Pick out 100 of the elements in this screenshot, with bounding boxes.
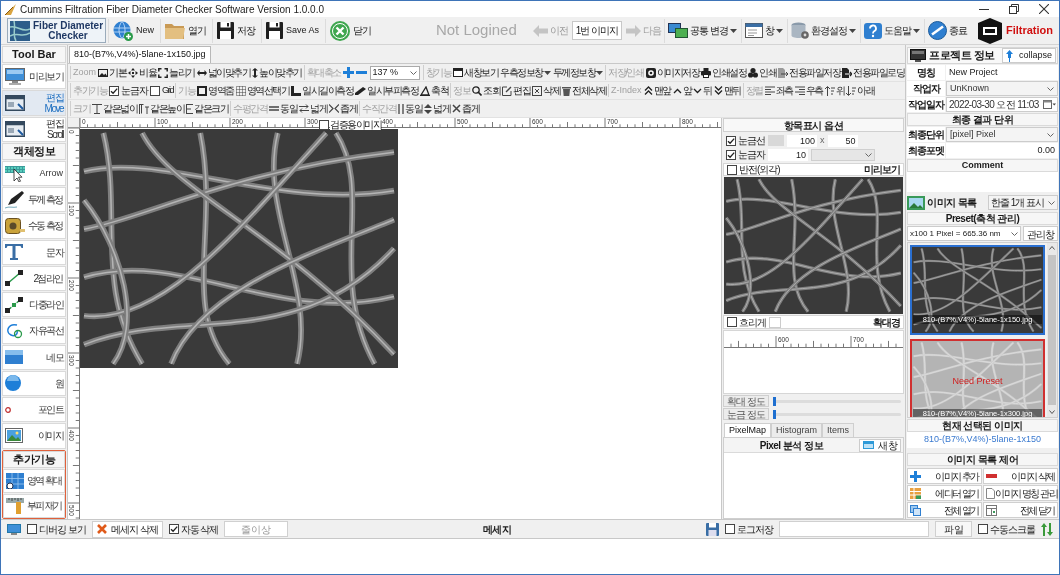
toolbar-button[interactable]: 조회 [471,82,501,99]
checkbox[interactable] [150,85,160,96]
checkbox[interactable] [978,524,988,534]
scrollbar-thumb[interactable] [1048,255,1056,405]
toolbar-button[interactable]: New [108,18,159,43]
list-control-button[interactable]: 이미지 명칭 관리 [983,485,1058,501]
tool-button[interactable]: 두께 측정 [2,187,66,213]
tool-button[interactable]: 미리보기 [2,64,66,90]
tab[interactable]: Items [822,423,855,437]
toolbar-button[interactable]: 같은높이 [138,100,185,117]
toolbar-button[interactable]: 우측 [793,82,824,99]
collapse-button[interactable]: collapse [1001,48,1056,63]
checkbox[interactable] [726,149,736,160]
line-limit-field[interactable]: 줄이상 [224,521,289,537]
toolbar-button[interactable]: 전체삭제 [561,82,607,99]
dropdown-field[interactable]: [pixel] Pixel [946,127,1058,142]
menu-button[interactable]: 공통 변경 [664,18,740,43]
toolbar-button[interactable]: 영역줌 [196,82,235,99]
toolbar-button[interactable]: 맨앞 [642,82,672,99]
toolbar-button[interactable]: 저장 [212,18,260,43]
toolbar-button[interactable]: 동일 [268,100,298,117]
toolbar-button[interactable]: 동일 [397,100,423,117]
tool-button[interactable]: 다중라인 [2,292,66,318]
toolbar-button[interactable]: Save As [261,18,324,43]
checkbox[interactable] [725,524,735,534]
minus-icon[interactable] [355,71,367,74]
tool-button[interactable]: 이미지 [2,423,66,449]
text-field[interactable]: New Project [946,65,1058,80]
toolbar-button[interactable]: 이미지저장 [644,64,700,81]
slider-thumb[interactable] [773,409,776,419]
tool-button[interactable]: 수동 측정 [2,213,66,239]
checkbox[interactable] [109,85,119,96]
toolbar-button[interactable]: 좌측 [763,82,794,99]
tool-button[interactable]: 편집 Move [2,90,66,116]
file-button[interactable]: 파일 [935,521,972,537]
tool-button[interactable]: 영역 확대 [3,468,65,493]
tool-button[interactable]: 네모 [2,344,66,370]
menu-button[interactable]: 환경설정 [786,18,859,43]
tab[interactable]: Histogram [771,423,823,437]
slider-thumb[interactable] [773,396,776,406]
toolbar-button[interactable]: 편집 [501,82,531,99]
toolbar-button[interactable]: 같은넓이 [91,100,138,117]
toolbar-button[interactable]: 좁게 [328,100,358,117]
toolbar-button[interactable]: 열기 [160,18,211,43]
tool-button[interactable]: 2점라인 [2,265,66,291]
menu-button[interactable]: 도움말 [859,18,923,43]
dropdown-button[interactable]: 우측정보창 [499,64,552,81]
toolbar-button[interactable]: 같은크기 [185,100,229,117]
checkbox[interactable] [319,119,329,130]
view-mode-dropdown[interactable]: 한줄 1개 표시 [988,195,1058,210]
toolbar-button[interactable]: 삭제 [531,82,561,99]
comment-field[interactable] [907,172,1058,192]
list-control-button[interactable]: 전체 닫기 [983,502,1058,518]
log-file-field[interactable] [779,521,929,537]
tool-button[interactable]: 부피 재기 [3,493,65,518]
tab[interactable]: PixelMap [724,423,771,437]
toolbar-button[interactable]: 앞 [671,82,693,99]
checkbox[interactable] [727,164,737,175]
toolbar-button[interactable]: 인쇄 [747,64,777,81]
toolbar-button[interactable]: 전용파일저장 [777,64,841,81]
toolbar-button[interactable]: 비율 [127,64,157,81]
width-field[interactable]: 100 [787,134,817,147]
tool-button[interactable]: 원 [2,370,66,396]
toolbar-button[interactable]: 넓이맞추기 [195,64,251,81]
toolbar-button[interactable]: 아래 [845,82,876,99]
toolbar-button[interactable]: 기본 [97,64,127,81]
list-control-button[interactable]: 에디터 열기 [907,485,982,501]
toolbar-button[interactable]: 일시길이측정 [290,82,354,99]
tool-button[interactable]: 포인트 [2,397,66,423]
document-tab[interactable]: 810-(B7%,V4%)-5lane-1x150.jpg [69,46,211,63]
checkbox[interactable] [27,524,37,534]
image-number-field[interactable]: 1번 이미지 [571,21,623,40]
dropdown-field[interactable]: UnKnown [946,81,1058,96]
zoom-dropdown[interactable]: 137 % [369,65,420,80]
toolbar-button[interactable]: 높이맞추기 [251,64,303,81]
checkbox[interactable] [726,135,736,146]
date-field[interactable]: 2022-03-30 오전 11:03 [946,97,1058,112]
checkbox[interactable] [168,524,179,534]
new-window-button[interactable]: 새창 [859,438,901,452]
toolbar-button[interactable]: 닫기 [325,18,376,43]
dropdown-button[interactable]: 두께정보창 [551,64,605,81]
manage-button[interactable]: 관리창 [1023,226,1058,241]
menu-button[interactable]: 창 [740,18,786,43]
list-control-button[interactable]: 전체 열기 [907,502,982,518]
height-field[interactable]: 50 [827,134,858,147]
tool-button[interactable]: Arrow [2,160,66,186]
toolbar-button[interactable]: 일시부피측정 [354,82,419,99]
checkbox[interactable] [727,317,737,327]
toolbar-button[interactable]: 뒤 [692,82,713,99]
toolbar-button[interactable]: 늘리기 [157,64,196,81]
clear-messages-button[interactable]: 메세지 삭제 [91,520,163,538]
blur-value-field[interactable] [769,316,781,328]
toolbar-button[interactable]: 좁게 [451,100,480,117]
toolbar-button[interactable]: 새창보기 [452,64,500,81]
preset-dropdown[interactable]: x100 1 Pixel = 665.36 nm [907,226,1021,241]
tool-button[interactable]: 문자 [2,239,66,265]
toolbar-button[interactable]: 영역선택기 [234,82,290,99]
toolbar-button[interactable]: 인쇄설정 [700,64,747,81]
tool-button[interactable]: 자유곡선 [2,318,66,344]
list-control-button[interactable]: 이미지 추가 [907,468,982,484]
